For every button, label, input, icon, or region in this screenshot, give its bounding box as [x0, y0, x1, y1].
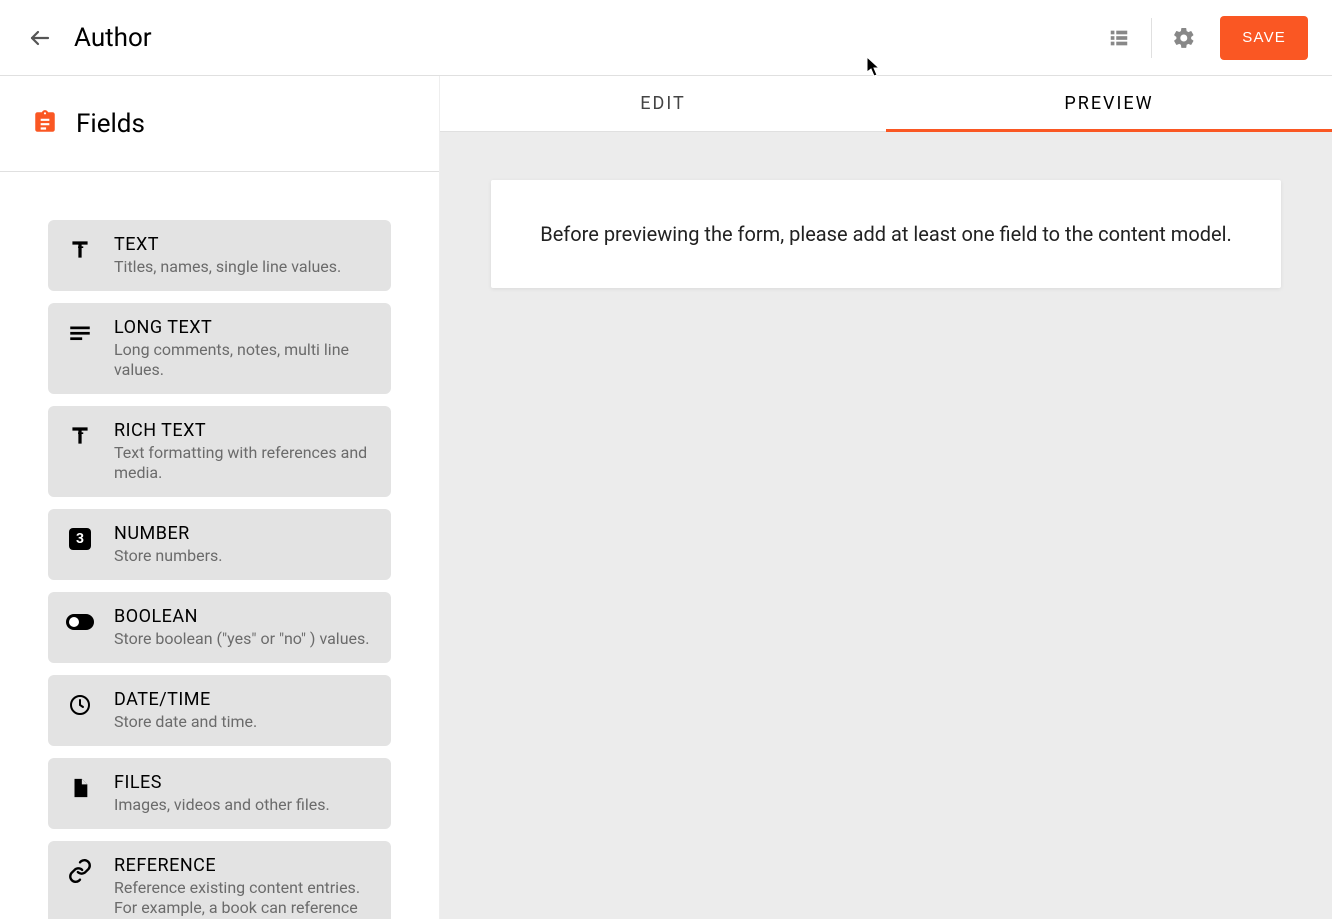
field-label: TEXT [114, 234, 373, 255]
preview-area: Before previewing the form, please add a… [440, 132, 1332, 919]
field-type-boolean[interactable]: BOOLEAN Store boolean ("yes" or "no" ) v… [48, 592, 391, 663]
header-divider [1151, 18, 1152, 58]
page-title: Author [74, 23, 152, 53]
field-label: LONG TEXT [114, 317, 373, 338]
clock-icon [66, 691, 94, 719]
field-label: RICH TEXT [114, 420, 373, 441]
field-desc: Text formatting with references and medi… [114, 443, 373, 483]
list-view-button[interactable] [1095, 14, 1143, 62]
field-desc: Store date and time. [114, 712, 373, 732]
arrow-left-icon [28, 26, 52, 50]
field-type-files[interactable]: FILES Images, videos and other files. [48, 758, 391, 829]
toggle-icon [66, 608, 94, 636]
fields-sidebar: Fields TEXT Titles, names, single line v… [0, 76, 440, 919]
app-header: Author SAVE [0, 0, 1332, 76]
sidebar-header: Fields [0, 76, 439, 172]
list-icon [1108, 27, 1130, 49]
number-icon: 3 [66, 525, 94, 553]
file-icon [66, 774, 94, 802]
field-type-text[interactable]: TEXT Titles, names, single line values. [48, 220, 391, 291]
field-desc: Reference existing content entries. For … [114, 878, 373, 919]
clipboard-icon [32, 109, 58, 139]
field-label: NUMBER [114, 523, 373, 544]
empty-state-message: Before previewing the form, please add a… [491, 180, 1281, 288]
field-type-long-text[interactable]: LONG TEXT Long comments, notes, multi li… [48, 303, 391, 394]
field-type-rich-text[interactable]: RICH TEXT Text formatting with reference… [48, 406, 391, 497]
link-icon [66, 857, 94, 885]
text-icon [66, 236, 94, 264]
gear-icon [1172, 26, 1196, 50]
main-panel: EDIT PREVIEW Before previewing the form,… [440, 76, 1332, 919]
sidebar-title: Fields [76, 109, 145, 139]
field-type-number[interactable]: 3 NUMBER Store numbers. [48, 509, 391, 580]
save-button[interactable]: SAVE [1220, 16, 1308, 60]
tab-bar: EDIT PREVIEW [440, 76, 1332, 132]
field-label: REFERENCE [114, 855, 373, 876]
tab-edit[interactable]: EDIT [440, 76, 886, 131]
field-label: BOOLEAN [114, 606, 373, 627]
field-desc: Store numbers. [114, 546, 373, 566]
field-type-reference[interactable]: REFERENCE Reference existing content ent… [48, 841, 391, 919]
field-desc: Images, videos and other files. [114, 795, 373, 815]
field-label: FILES [114, 772, 373, 793]
field-type-list: TEXT Titles, names, single line values. … [0, 172, 439, 919]
back-button[interactable] [20, 18, 60, 58]
field-desc: Store boolean ("yes" or "no" ) values. [114, 629, 373, 649]
long-text-icon [66, 319, 94, 347]
rich-text-icon [66, 422, 94, 450]
field-type-datetime[interactable]: DATE/TIME Store date and time. [48, 675, 391, 746]
field-desc: Titles, names, single line values. [114, 257, 373, 277]
settings-button[interactable] [1160, 14, 1208, 62]
field-label: DATE/TIME [114, 689, 373, 710]
field-desc: Long comments, notes, multi line values. [114, 340, 373, 380]
tab-preview[interactable]: PREVIEW [886, 76, 1332, 131]
